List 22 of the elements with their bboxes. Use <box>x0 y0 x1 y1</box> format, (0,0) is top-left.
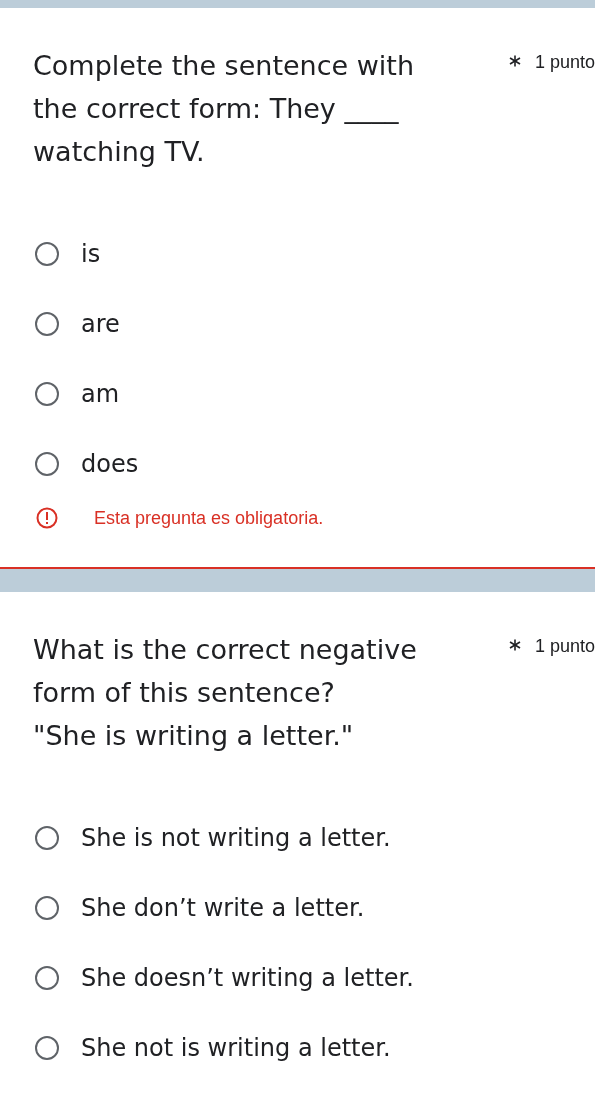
option-label[interactable]: am <box>81 380 120 408</box>
error-icon <box>36 507 58 529</box>
radio-button[interactable] <box>35 382 59 406</box>
points-label: 1 punto <box>534 636 595 657</box>
option-label[interactable]: does <box>81 450 139 478</box>
option-label[interactable]: She doesn’t writing a letter. <box>81 964 414 992</box>
option-label[interactable]: is <box>81 240 101 268</box>
option-label[interactable]: She don’t write a letter. <box>81 894 365 922</box>
points-label: 1 punto <box>534 52 595 73</box>
question-title: What is the correct negative form of this sentence? "She is writing a letter." <box>33 633 418 753</box>
radio-button[interactable] <box>35 452 59 476</box>
radio-button[interactable] <box>35 312 59 336</box>
radio-button[interactable] <box>35 826 59 850</box>
option-label[interactable]: She not is writing a letter. <box>81 1034 391 1062</box>
radio-button[interactable] <box>35 896 59 920</box>
option-label[interactable]: She is not writing a letter. <box>81 824 391 852</box>
radio-button[interactable] <box>35 966 59 990</box>
radio-button[interactable] <box>35 1036 59 1060</box>
question-title: Complete the sentence with the correct form: They ____ watching TV. <box>33 49 416 169</box>
option-label[interactable]: are <box>81 310 120 338</box>
radio-button[interactable] <box>35 242 59 266</box>
error-message: Esta pregunta es obligatoria. <box>94 507 324 529</box>
